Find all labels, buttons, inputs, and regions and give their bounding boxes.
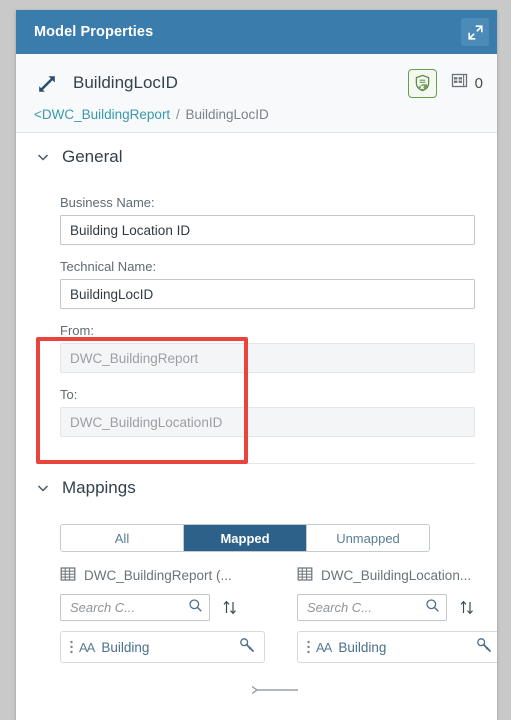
object-header: BuildingLocID 0 <DWC_BuildingReport / Bu… (16, 54, 497, 133)
breadcrumb-parent-link[interactable]: <DWC_BuildingReport (34, 107, 170, 122)
to-value: DWC_BuildingLocationID (70, 414, 223, 430)
technical-name-label: Technical Name: (60, 259, 157, 274)
table-icon (297, 566, 313, 585)
source-search-placeholder: Search C... (70, 600, 136, 615)
chevron-down-icon (34, 479, 52, 497)
technical-name-value: BuildingLocID (70, 286, 154, 302)
to-label: To: (60, 387, 78, 402)
key-icon[interactable] (239, 637, 256, 658)
record-count-value: 0 (474, 74, 483, 92)
drag-handle-icon[interactable] (65, 637, 77, 657)
table-icon (451, 72, 468, 94)
business-name-input[interactable]: Building Location ID (60, 215, 475, 245)
target-mapping-item-label: Building (338, 639, 387, 655)
tab-unmapped-label: Unmapped (336, 530, 400, 546)
source-table-name: DWC_BuildingReport (... (84, 568, 232, 583)
string-type-icon: AA (316, 639, 332, 655)
drag-handle-icon[interactable] (302, 637, 314, 657)
chevron-down-icon (34, 148, 52, 166)
mappings-section-title: Mappings (62, 478, 136, 497)
mappings-section: Mappings All Mapped Unmapped DWC_Buildin… (16, 464, 497, 663)
panel-titlebar: Model Properties (16, 10, 497, 54)
general-section-header[interactable]: General (16, 143, 497, 169)
object-header-row: BuildingLocID 0 (34, 66, 483, 100)
business-name-value: Building Location ID (70, 222, 191, 238)
object-title: BuildingLocID (73, 73, 178, 92)
mappings-section-header[interactable]: Mappings (16, 474, 497, 500)
target-search-row: Search C... (297, 594, 497, 621)
mapping-columns: DWC_BuildingReport (... Search C... AA B… (60, 566, 497, 663)
technical-name-input[interactable]: BuildingLocID (60, 279, 475, 309)
target-search-placeholder: Search C... (307, 600, 373, 615)
breadcrumb-current: BuildingLocID (185, 107, 269, 122)
source-mapping-item[interactable]: AA Building (60, 631, 265, 663)
breadcrumb: <DWC_BuildingReport / BuildingLocID (34, 107, 483, 122)
general-section-title: General (62, 147, 123, 166)
key-icon[interactable] (476, 637, 493, 658)
model-properties-panel: Model Properties BuildingLocID 0 <DWC_Bu… (16, 10, 497, 720)
source-mapping-item-label: Building (101, 639, 150, 655)
from-label: From: (60, 323, 94, 338)
tab-all[interactable]: All (61, 525, 184, 551)
tab-mapped[interactable]: Mapped (184, 525, 307, 551)
from-input: DWC_BuildingReport (60, 343, 475, 373)
from-value: DWC_BuildingReport (70, 350, 199, 366)
business-name-label: Business Name: (60, 195, 155, 210)
source-column-header: DWC_BuildingReport (... (60, 566, 265, 585)
tab-all-label: All (114, 530, 130, 546)
target-column-header: DWC_BuildingLocation... (297, 566, 497, 585)
target-sort-icon[interactable] (457, 597, 477, 619)
table-icon (60, 566, 76, 585)
magnifier-icon[interactable] (188, 598, 203, 618)
source-sort-icon[interactable] (220, 597, 240, 619)
magnifier-icon[interactable] (425, 598, 440, 618)
target-column: DWC_BuildingLocation... Search C... AA B… (297, 566, 497, 663)
tab-mapped-label: Mapped (220, 530, 270, 546)
mapping-filter-tabs: All Mapped Unmapped (60, 524, 430, 552)
screen: Model Properties BuildingLocID 0 <DWC_Bu… (0, 0, 511, 720)
source-search-row: Search C... (60, 594, 265, 621)
shield-check-icon[interactable] (407, 68, 437, 98)
to-input: DWC_BuildingLocationID (60, 407, 475, 437)
record-count-group: 0 (451, 72, 483, 94)
general-section-body: Business Name: Building Location ID Tech… (16, 169, 497, 464)
source-column: DWC_BuildingReport (... Search C... AA B… (60, 566, 265, 663)
target-search-input[interactable]: Search C... (297, 594, 447, 621)
panel-title: Model Properties (34, 24, 154, 40)
association-arrow-icon (34, 70, 64, 96)
tab-unmapped[interactable]: Unmapped (307, 525, 429, 551)
general-section: General Business Name: Building Location… (16, 133, 497, 464)
source-search-input[interactable]: Search C... (60, 594, 210, 621)
string-type-icon: AA (79, 639, 95, 655)
breadcrumb-separator: / (175, 107, 180, 122)
target-table-name: DWC_BuildingLocation... (321, 568, 472, 583)
expand-icon[interactable] (461, 18, 489, 46)
target-mapping-item[interactable]: AA Building (297, 631, 497, 663)
mappings-section-body: All Mapped Unmapped DWC_BuildingReport (… (16, 500, 497, 663)
